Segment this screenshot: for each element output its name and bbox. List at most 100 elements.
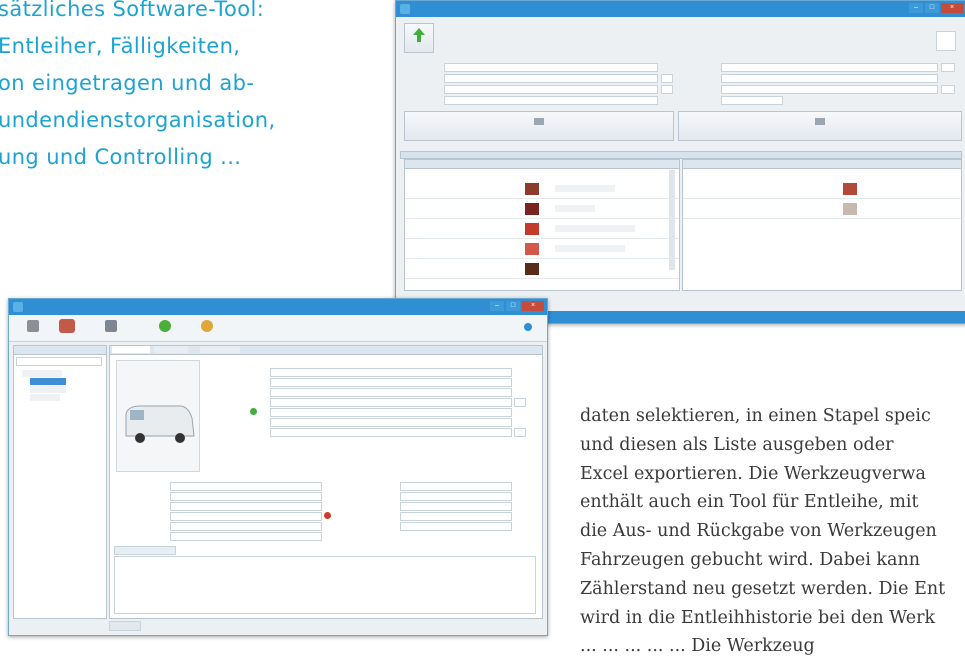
body-line: enthält auch ein Tool für Entleihe, mit bbox=[580, 492, 919, 513]
item-thumbnail bbox=[525, 263, 539, 275]
screenshot-entleihe: – □ × bbox=[395, 0, 965, 324]
intro-line: ung und Controlling ... bbox=[0, 145, 242, 169]
green-arrow-icon bbox=[413, 28, 425, 42]
intro-line: on eingetragen und ab- bbox=[0, 71, 255, 95]
item-thumbnail bbox=[843, 203, 857, 215]
tab-dokumente[interactable] bbox=[200, 346, 240, 353]
table-row[interactable] bbox=[405, 200, 679, 219]
body-line: Zählerstand neu gesetzt werden. Die Ent bbox=[580, 578, 946, 599]
van-icon bbox=[125, 405, 195, 443]
new-loan-button[interactable] bbox=[404, 23, 434, 53]
minimize-icon[interactable]: – bbox=[909, 3, 923, 13]
body-line: ... ... ... ... ... Die Werkzeug bbox=[580, 636, 815, 657]
tree-node[interactable] bbox=[30, 386, 66, 393]
footer-button[interactable] bbox=[109, 621, 141, 631]
detail-field[interactable] bbox=[270, 368, 512, 377]
lookup-button[interactable] bbox=[514, 428, 526, 437]
lookup-button[interactable] bbox=[661, 74, 673, 83]
form-field[interactable] bbox=[721, 63, 938, 72]
body-line: wird in die Entleihhistorie bei den Werk bbox=[580, 607, 936, 628]
row-text bbox=[555, 245, 625, 252]
detail-field[interactable] bbox=[400, 522, 512, 531]
notes-area[interactable] bbox=[114, 556, 536, 614]
date-field[interactable] bbox=[721, 85, 938, 94]
add-icon[interactable] bbox=[159, 320, 171, 332]
tree-node[interactable] bbox=[30, 394, 60, 401]
body-line: die Aus- und Rückgabe von Werkzeugen bbox=[580, 521, 937, 542]
ausgabe-button[interactable] bbox=[404, 111, 674, 141]
detail-field[interactable] bbox=[170, 532, 322, 541]
table-row[interactable] bbox=[683, 200, 961, 219]
detail-field[interactable] bbox=[170, 512, 322, 521]
table-row[interactable] bbox=[405, 180, 679, 199]
status-field[interactable] bbox=[721, 96, 783, 105]
tab-stammdaten[interactable] bbox=[112, 346, 150, 353]
lookup-button[interactable] bbox=[661, 85, 673, 94]
lookup-button[interactable] bbox=[941, 63, 955, 72]
item-thumbnail bbox=[525, 223, 539, 235]
app-icon bbox=[400, 4, 410, 14]
close-icon[interactable]: × bbox=[941, 3, 963, 13]
detail-field[interactable] bbox=[270, 408, 512, 417]
detail-field[interactable] bbox=[270, 378, 512, 387]
top-right-box[interactable] bbox=[936, 31, 956, 51]
form-field[interactable] bbox=[721, 74, 938, 83]
body-line: Fahrzeugen gebucht wird. Dabei kann bbox=[580, 549, 920, 570]
detail-panel bbox=[109, 345, 543, 619]
table-row[interactable] bbox=[405, 220, 679, 239]
tree-node-selected[interactable] bbox=[30, 378, 66, 385]
ausgabe-icon bbox=[534, 118, 544, 125]
fahrzeug-icon[interactable] bbox=[59, 319, 75, 333]
detail-field[interactable] bbox=[170, 502, 322, 511]
detail-field[interactable] bbox=[270, 418, 512, 427]
table-row[interactable] bbox=[405, 260, 679, 279]
tab-historie[interactable] bbox=[154, 346, 188, 353]
form-field[interactable] bbox=[444, 85, 658, 94]
item-thumbnail bbox=[525, 243, 539, 255]
table-row[interactable] bbox=[405, 240, 679, 259]
tree-node[interactable] bbox=[22, 370, 62, 377]
gear-icon[interactable] bbox=[201, 320, 213, 332]
ribbon bbox=[9, 315, 547, 342]
form-field[interactable] bbox=[444, 74, 658, 83]
van-photo bbox=[116, 360, 200, 472]
detail-field[interactable] bbox=[270, 428, 512, 437]
tree-search[interactable] bbox=[16, 357, 102, 366]
lookup-button[interactable] bbox=[514, 398, 526, 407]
detail-field[interactable] bbox=[170, 522, 322, 531]
detail-field[interactable] bbox=[270, 398, 512, 407]
form-field[interactable] bbox=[444, 63, 658, 72]
detail-field[interactable] bbox=[170, 492, 322, 501]
table-row[interactable] bbox=[683, 180, 961, 199]
werkzeug-icon[interactable] bbox=[27, 320, 39, 332]
minimize-icon[interactable]: – bbox=[490, 301, 504, 311]
lookup-button[interactable] bbox=[941, 85, 955, 94]
maximize-icon[interactable]: □ bbox=[925, 3, 939, 13]
help-icon[interactable] bbox=[524, 323, 532, 331]
rueckgabe-button[interactable] bbox=[678, 111, 962, 141]
warning-dot-icon bbox=[324, 512, 331, 519]
form-field[interactable] bbox=[444, 96, 658, 105]
detail-field[interactable] bbox=[400, 492, 512, 501]
row-text bbox=[555, 205, 595, 212]
status-dot-icon bbox=[250, 408, 257, 415]
list-icon[interactable] bbox=[105, 320, 117, 332]
items-list-left bbox=[404, 159, 680, 291]
detail-field[interactable] bbox=[400, 482, 512, 491]
intro-line: sätzliches Software-Tool: bbox=[0, 0, 265, 21]
intro-line: Entleiher, Fälligkeiten, bbox=[0, 34, 241, 58]
row-text bbox=[555, 225, 635, 232]
window-titlebar: – □ × bbox=[396, 1, 965, 17]
item-thumbnail bbox=[843, 183, 857, 195]
detail-field[interactable] bbox=[170, 482, 322, 491]
detail-field[interactable] bbox=[400, 512, 512, 521]
maximize-icon[interactable]: □ bbox=[506, 301, 520, 311]
body-line: und diesen als Liste ausgeben oder bbox=[580, 434, 894, 455]
close-icon[interactable]: × bbox=[522, 301, 544, 311]
body-line: daten selektieren, in einen Stapel speic bbox=[580, 406, 931, 426]
notes-tab[interactable] bbox=[114, 546, 176, 555]
detail-field[interactable] bbox=[270, 388, 512, 397]
screenshot-werkzeugverwaltung: – □ × bbox=[8, 298, 548, 636]
scrollbar[interactable] bbox=[669, 170, 675, 270]
detail-field[interactable] bbox=[400, 502, 512, 511]
